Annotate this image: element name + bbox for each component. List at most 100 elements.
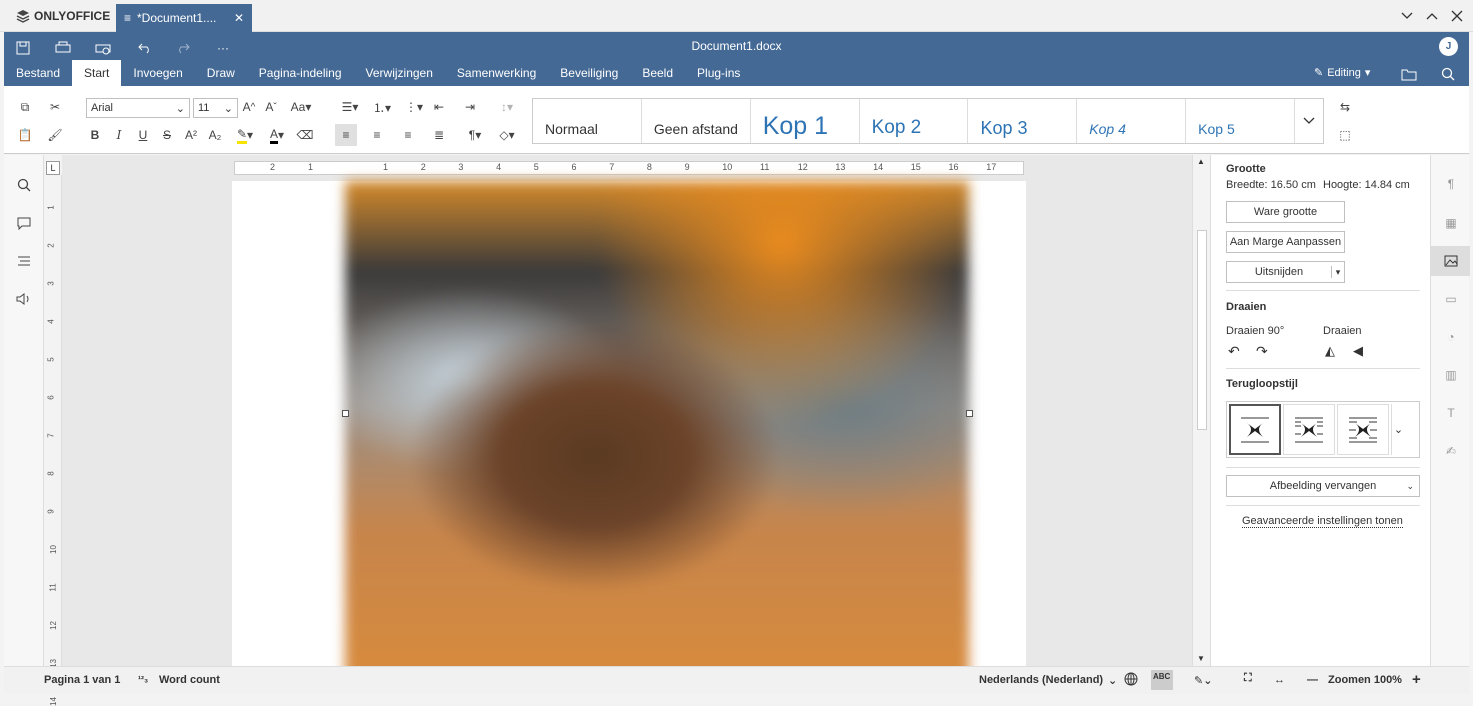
fit-width-icon[interactable]: ↔ bbox=[1274, 674, 1285, 686]
track-changes-icon[interactable]: ✎⌄ bbox=[1194, 674, 1212, 687]
search-icon[interactable] bbox=[14, 175, 34, 195]
strikethrough-icon[interactable]: S bbox=[156, 124, 178, 146]
copy-icon[interactable]: ⧉ bbox=[14, 96, 36, 118]
numbering-icon[interactable]: ⒈▾ bbox=[368, 96, 396, 118]
crop-button[interactable]: Uitsnijden ▾ bbox=[1226, 261, 1345, 283]
rotate-right-icon[interactable]: ↷ bbox=[1256, 343, 1268, 360]
rotate-left-icon[interactable]: ↶ bbox=[1228, 343, 1240, 360]
chevron-down-icon[interactable] bbox=[1295, 99, 1323, 143]
tab-verwijzingen[interactable]: Verwijzingen bbox=[354, 60, 445, 86]
resize-handle-left[interactable] bbox=[342, 410, 349, 417]
tab-beveiliging[interactable]: Beveiliging bbox=[548, 60, 630, 86]
font-color-icon[interactable]: A ▾ bbox=[262, 124, 292, 146]
minimize-icon[interactable] bbox=[1421, 6, 1443, 26]
tab-draw[interactable]: Draw bbox=[195, 60, 247, 86]
scroll-up-icon[interactable]: ▲ bbox=[1197, 157, 1205, 166]
inserted-image[interactable] bbox=[345, 181, 969, 666]
search-icon[interactable] bbox=[1438, 65, 1458, 83]
style-kop-1[interactable]: Kop 1 bbox=[751, 99, 860, 143]
vertical-scrollbar[interactable]: ▲ ▼ bbox=[1192, 155, 1210, 666]
style-kop-2[interactable]: Kop 2 bbox=[860, 99, 969, 143]
tab-start[interactable]: Start bbox=[72, 60, 122, 86]
multilevel-icon[interactable]: ⋮▾ bbox=[400, 96, 428, 118]
shading-icon[interactable]: ◇▾ bbox=[492, 124, 522, 146]
word-count-button[interactable]: Word count bbox=[159, 674, 220, 686]
superscript-icon[interactable]: A² bbox=[180, 124, 202, 146]
textart-settings-icon[interactable]: T bbox=[1440, 402, 1462, 424]
advanced-settings-link[interactable]: Geavanceerde instellingen tonen bbox=[1242, 515, 1403, 528]
document-tab[interactable]: ≡ *Document1.... ✕ bbox=[116, 4, 252, 32]
change-case-icon[interactable]: Aa▾ bbox=[286, 96, 316, 118]
increase-font-icon[interactable]: A ^ bbox=[238, 96, 260, 118]
subscript-icon[interactable]: A₂ bbox=[204, 124, 226, 146]
zoom-out-icon[interactable]: — bbox=[1307, 674, 1318, 686]
bold-icon[interactable]: B bbox=[84, 124, 106, 146]
navigation-icon[interactable] bbox=[14, 251, 34, 271]
comments-icon[interactable] bbox=[14, 213, 34, 233]
close-window-icon[interactable] bbox=[1446, 6, 1468, 26]
cut-icon[interactable]: ✂ bbox=[44, 96, 66, 118]
bullets-icon[interactable]: ☰▾ bbox=[336, 96, 364, 118]
shape-settings-icon[interactable]: ◔ bbox=[1440, 326, 1462, 348]
document-page[interactable] bbox=[232, 181, 1026, 666]
font-name-select[interactable]: Arial ⌄ bbox=[86, 98, 190, 118]
tab-plug-ins[interactable]: Plug-ins bbox=[685, 60, 752, 86]
page-indicator[interactable]: Pagina 1 van 1 bbox=[44, 674, 120, 686]
decrease-font-icon[interactable]: Aˇ bbox=[260, 96, 282, 118]
tab-pagina-indeling[interactable]: Pagina-indeling bbox=[247, 60, 354, 86]
header-footer-icon[interactable]: ▭ bbox=[1440, 288, 1462, 310]
close-tab-icon[interactable]: ✕ bbox=[234, 11, 244, 25]
actual-size-button[interactable]: Ware grootte bbox=[1226, 201, 1345, 223]
paragraph-settings-icon[interactable]: ¶ bbox=[1440, 173, 1462, 195]
fit-margin-button[interactable]: Aan Marge Aanpassen bbox=[1226, 231, 1345, 253]
align-right-icon[interactable]: ≡ bbox=[397, 124, 419, 146]
italic-icon[interactable]: I bbox=[108, 124, 130, 146]
chart-settings-icon[interactable]: ▥ bbox=[1440, 364, 1462, 386]
chevron-down-icon[interactable]: ⌄ bbox=[1391, 404, 1405, 455]
signature-settings-icon[interactable]: ✍ bbox=[1440, 440, 1462, 462]
tab-bestand[interactable]: Bestand bbox=[4, 60, 72, 86]
tab-invoegen[interactable]: Invoegen bbox=[121, 60, 194, 86]
language-select[interactable]: Nederlands (Nederland) bbox=[979, 674, 1103, 686]
align-left-icon[interactable]: ≡ bbox=[335, 124, 357, 146]
highlight-color-icon[interactable]: ✎ ▾ bbox=[230, 124, 260, 146]
scroll-thumb[interactable] bbox=[1197, 230, 1207, 430]
increase-indent-icon[interactable]: ⇥ bbox=[459, 96, 481, 118]
clear-style-icon[interactable]: ⌫ bbox=[294, 124, 316, 146]
style-geen-afstand[interactable]: Geen afstand bbox=[642, 99, 751, 143]
wrap-tight-icon[interactable] bbox=[1337, 404, 1389, 455]
paragraph-marks-icon[interactable]: ¶▾ bbox=[460, 124, 490, 146]
style-kop-4[interactable]: Kop 4 bbox=[1077, 99, 1187, 143]
style-kop-3[interactable]: Kop 3 bbox=[968, 99, 1078, 143]
line-spacing-icon[interactable]: ↕▾ bbox=[492, 96, 522, 118]
speaker-icon[interactable] bbox=[14, 289, 34, 309]
align-center-icon[interactable]: ≡ bbox=[366, 124, 388, 146]
tab-stop-icon[interactable]: L bbox=[46, 161, 60, 175]
spellcheck-icon[interactable]: ABC bbox=[1151, 670, 1173, 690]
zoom-level[interactable]: Zoomen 100% bbox=[1328, 674, 1402, 686]
replace-image-button[interactable]: Afbeelding vervangen ⌄ bbox=[1226, 475, 1420, 497]
resize-handle-right[interactable] bbox=[966, 410, 973, 417]
font-size-select[interactable]: 11 ⌄ bbox=[193, 98, 238, 118]
style-normaal[interactable]: Normaal bbox=[533, 99, 642, 143]
format-painter-icon[interactable]: 🖌 bbox=[44, 124, 66, 146]
justify-icon[interactable]: ≣ bbox=[428, 124, 450, 146]
tab-beeld[interactable]: Beeld bbox=[630, 60, 685, 86]
editing-mode-button[interactable]: ✎ Editing ▾ bbox=[1314, 66, 1370, 80]
chevron-down-icon[interactable] bbox=[1396, 6, 1418, 26]
table-settings-icon[interactable]: ▦ bbox=[1440, 212, 1462, 234]
fit-page-icon[interactable]: ⛶ bbox=[1244, 672, 1252, 685]
tab-samenwerking[interactable]: Samenwerking bbox=[445, 60, 548, 86]
paste-icon[interactable]: 📋 bbox=[14, 124, 36, 146]
underline-icon[interactable]: U bbox=[132, 124, 154, 146]
zoom-in-icon[interactable]: + bbox=[1412, 671, 1421, 688]
replace-style-icon[interactable]: ⇆ bbox=[1334, 96, 1356, 118]
open-folder-icon[interactable] bbox=[1399, 65, 1419, 83]
wrap-square-icon[interactable] bbox=[1283, 404, 1335, 455]
chevron-down-icon[interactable]: ▾ bbox=[1332, 267, 1344, 278]
scroll-down-icon[interactable]: ▼ bbox=[1197, 654, 1205, 663]
avatar[interactable]: J bbox=[1439, 37, 1458, 56]
decrease-indent-icon[interactable]: ⇤ bbox=[428, 96, 450, 118]
flip-horizontal-icon[interactable]: ◭ bbox=[1325, 343, 1335, 359]
flip-vertical-icon[interactable]: ◀ bbox=[1353, 343, 1363, 359]
